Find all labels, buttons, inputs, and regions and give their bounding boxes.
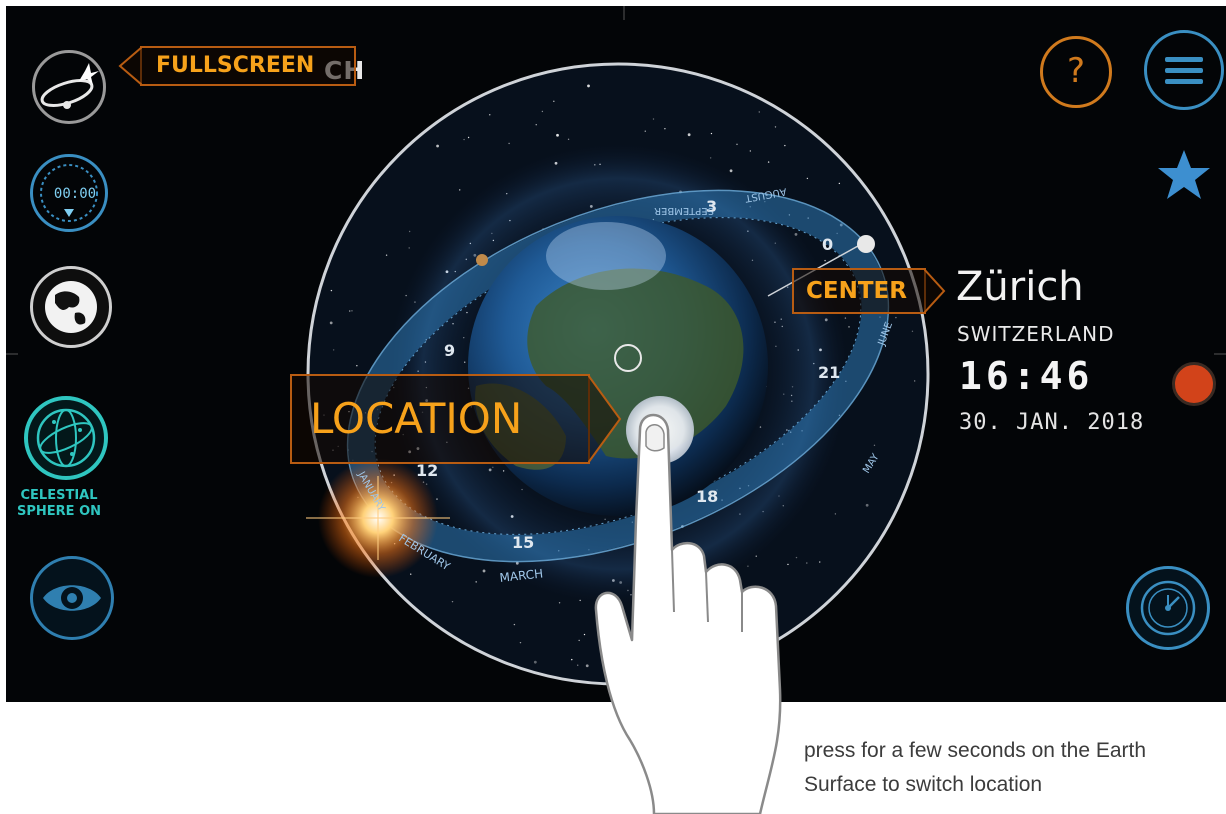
star-dot [349,310,351,312]
star-dot [806,177,809,180]
star-dot [330,289,333,292]
location-callout-label: LOCATION [310,394,523,443]
star-dot [729,169,733,173]
fullscreen-callout: FULLSCREEN [118,46,356,86]
star-dot [687,133,691,137]
star-dot [758,111,760,113]
dial-month-september: SEPTEMBER [654,205,714,216]
star-dot [865,503,869,507]
star-dot [709,157,712,159]
hamburger-menu-icon [1165,57,1203,84]
star-dot [567,138,570,141]
star-dot [895,316,897,319]
star-dot [784,144,786,147]
watch-button[interactable] [1126,566,1210,650]
celestial-status-line2: SPHERE ON [17,504,101,519]
star-dot [410,573,412,575]
star-dot [558,602,561,604]
location-callout: LOCATION [290,374,622,464]
record-button[interactable] [1172,362,1216,406]
star-dot [508,142,510,145]
celestial-sphere-status: CELESTIAL SPHERE ON [16,488,102,520]
dial-hour-15: 15 [512,533,534,552]
help-icon: ? [1066,51,1086,91]
star-dot [664,127,666,130]
eye-icon [43,585,101,611]
instruction-caption: press for a few seconds on the Earth Sur… [804,734,1226,802]
star-dot [541,110,544,113]
star-dot [489,114,491,116]
star-dot [535,124,537,126]
star-dot [351,310,353,312]
star-dot [848,326,850,328]
dial-hour-0: 0 [822,235,833,254]
local-time: 16:46 [959,354,1094,398]
star-dot [736,143,738,146]
star-dot [475,581,477,583]
star-dot [436,144,439,148]
star-dot [710,132,713,135]
star-dot [356,364,358,367]
star-dot [553,100,555,102]
celestial-sphere-icon [36,408,96,468]
celestial-status-line1: CELESTIAL [20,488,98,503]
orbit-logo-icon [40,63,99,109]
star-dot [408,230,411,233]
callout-arrow-right [924,268,946,314]
celestial-sphere-button[interactable] [24,396,108,480]
star-dot [513,623,516,626]
globe-button[interactable] [30,266,112,348]
star-dot [587,84,590,88]
star-dot [873,444,876,447]
star-dot [556,133,559,137]
star-dot [911,330,914,332]
star-dot [824,259,826,262]
star-dot [644,130,646,132]
city-name[interactable]: Zürich [956,264,1084,310]
star-dot [463,138,465,141]
star-dot [467,136,470,139]
caption-line-2: Surface to switch location [804,773,1043,796]
star-dot [385,254,388,256]
country-name: SWITZERLAND [957,322,1115,346]
view-mode-button[interactable] [30,556,114,640]
globe-icon [45,281,97,333]
help-button[interactable]: ? [1040,36,1112,108]
watch-icon [1140,580,1196,636]
star-dot [329,321,333,325]
app-logo-button[interactable] [32,50,106,124]
star-dot [459,189,461,191]
star-dot [519,641,522,644]
clock-readout: 00:00 [53,186,97,202]
star-dot [451,600,454,603]
dial-hour-9: 9 [444,341,455,360]
star-icon[interactable] [1154,146,1214,206]
star-dot [482,569,486,573]
star-dot [838,182,841,185]
star-dot [913,380,916,382]
local-date: 30. JAN. 2018 [959,410,1145,435]
star-dot [652,118,655,120]
callout-arrow-left [118,46,142,86]
star-dot [408,247,410,249]
menu-button[interactable] [1144,30,1224,110]
center-callout-label: CENTER [806,278,907,304]
star-dot [774,126,777,128]
center-callout: CENTER [792,268,946,314]
star-dot [332,349,335,351]
star-dot [844,317,847,319]
star-dot [533,660,537,664]
caption-line-1: press for a few seconds on the Earth [804,739,1147,762]
fullscreen-callout-label: FULLSCREEN [156,53,315,78]
star-dot [767,161,770,163]
moon-marker [857,235,875,253]
star-dot [749,150,752,152]
